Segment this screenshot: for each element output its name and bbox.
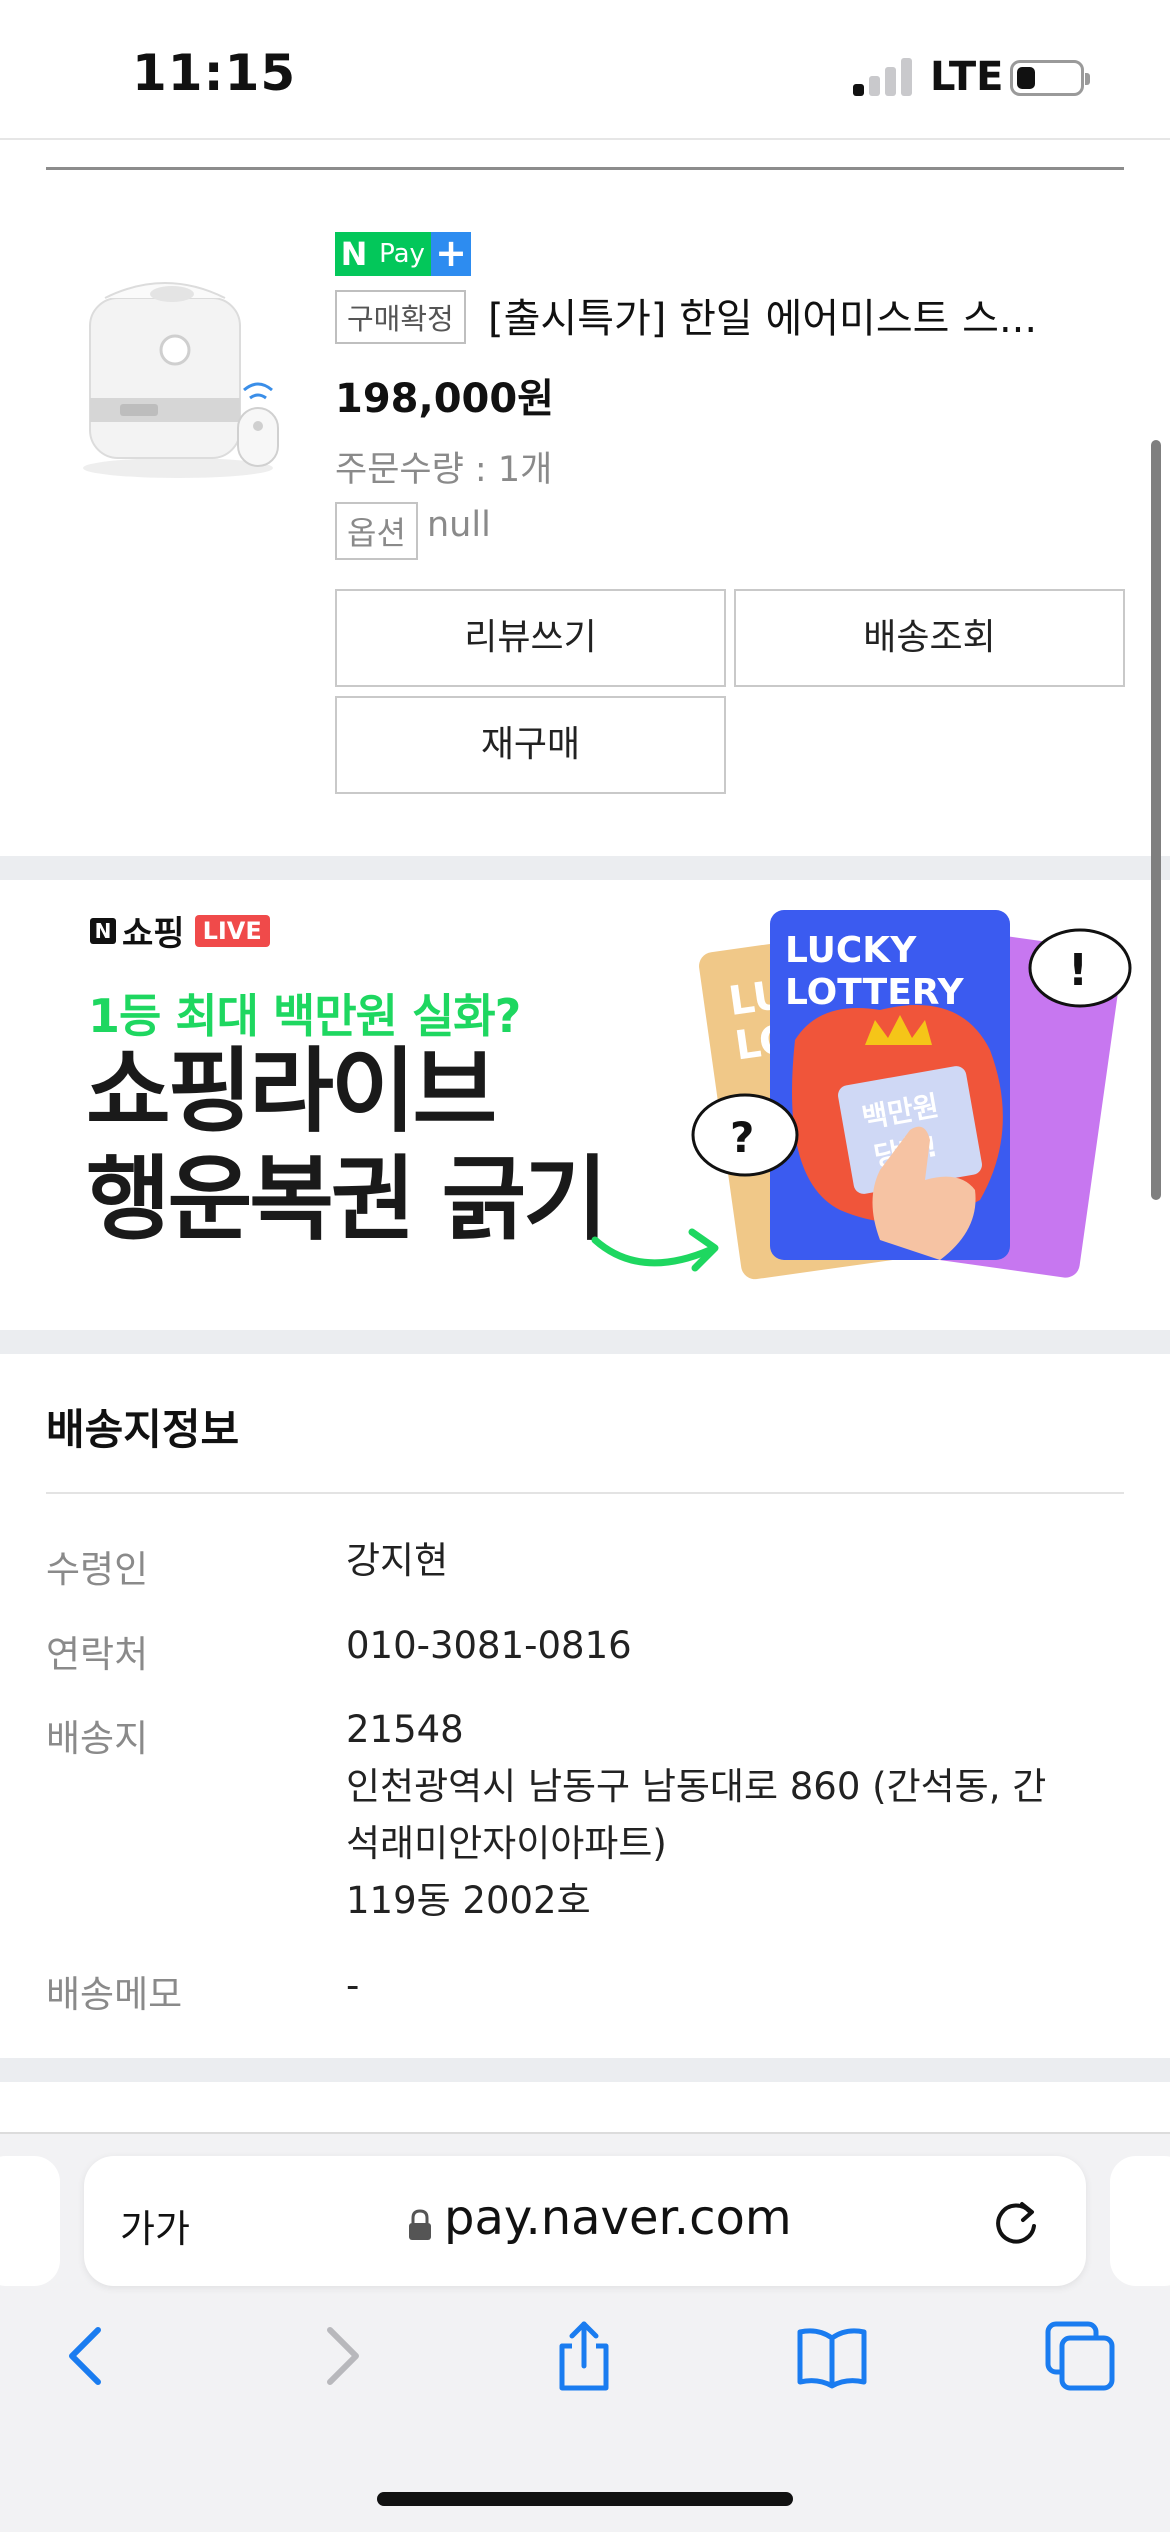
text-size-button[interactable]: 가가 (120, 2198, 190, 2253)
section-divider (46, 167, 1124, 170)
bookmarks-icon[interactable] (796, 2320, 868, 2392)
scroll-indicator[interactable] (1151, 440, 1161, 1200)
bubble-exclaim: ! (1068, 945, 1088, 996)
write-review-button[interactable]: 리뷰쓰기 (335, 589, 726, 687)
delivery-memo-value: - (346, 1957, 359, 2014)
tabs-icon[interactable] (1044, 2320, 1116, 2392)
address-line-3: 119동 2002호 (346, 1879, 591, 1922)
section-separator (0, 856, 1170, 880)
banner-title-line1: 쇼핑라이브 (86, 1038, 497, 1145)
option-label: 옵션 (335, 502, 418, 560)
npay-n-logo: N (335, 232, 373, 276)
shopping-live-banner[interactable]: N 쇼핑 LIVE 1등 최대 백만원 실화? 쇼핑라이브 행운복권 긁기 LU… (0, 880, 1170, 1330)
url-text[interactable]: pay.naver.com (444, 2190, 792, 2246)
address-line-1: 인천광역시 남동구 남동대로 860 (간석동, 간 (346, 1765, 1047, 1808)
track-delivery-button[interactable]: 배송조회 (734, 589, 1125, 687)
recipient-value: 강지현 (346, 1532, 448, 1589)
status-bar: 11:15 LTE (0, 0, 1170, 140)
option-value: null (427, 505, 491, 545)
card-lucky-text: LUCKY (785, 930, 917, 971)
product-price: 198,000원 (335, 376, 554, 422)
banner-title-line2: 행운복권 긁기 (86, 1146, 608, 1253)
logo-shopping-text: 쇼핑 (122, 914, 185, 954)
recipient-label: 수령인 (46, 1548, 149, 1591)
address-bar[interactable]: 가가 pay.naver.com (84, 2156, 1086, 2286)
previous-tab-peek[interactable] (0, 2156, 60, 2286)
bubble-question: ? (730, 1113, 754, 1162)
recipient-name: 강지현 (346, 1539, 449, 1582)
npay-plus-icon: + (431, 232, 471, 276)
section-separator (0, 1330, 1170, 1354)
network-type: LTE (930, 54, 1004, 100)
contact-value: 010-3081-0816 (346, 1617, 632, 1674)
address-label: 배송지 (46, 1717, 149, 1760)
banner-title: 쇼핑라이브 행운복권 긁기 (86, 1038, 608, 1254)
lock-icon (409, 2209, 431, 2240)
share-icon[interactable] (548, 2320, 620, 2392)
product-image[interactable] (60, 258, 310, 488)
forward-icon[interactable] (304, 2320, 376, 2392)
lottery-illustration: LU LO LUCKY LOTTERY 백만원 당첨! ! ? (591, 910, 1132, 1280)
shopping-live-logo: N 쇼핑 LIVE (90, 906, 270, 955)
status-time: 11:15 (132, 44, 297, 102)
address-value: 21548 인천광역시 남동구 남동대로 860 (간석동, 간 석래미안자이아… (346, 1701, 1046, 1929)
delivery-divider (46, 1492, 1124, 1494)
cellular-signal-icon (853, 56, 915, 96)
naver-n-icon: N (90, 917, 116, 944)
battery-icon (1010, 60, 1090, 96)
delivery-memo-label: 배송메모 (46, 1973, 183, 2016)
order-status-tag: 구매확정 (335, 290, 466, 344)
order-quantity: 주문수량 : 1개 (335, 450, 553, 490)
section-separator (0, 2058, 1170, 2082)
back-icon[interactable] (52, 2320, 124, 2392)
npay-plus-badge: N Pay + (335, 232, 471, 276)
address-zipcode: 21548 (346, 1708, 464, 1751)
address-line-2: 석래미안자이아파트) (346, 1822, 667, 1865)
product-name[interactable]: [출시특가] 한일 에어미스트 스... (488, 286, 1128, 344)
npay-pay-label: Pay (373, 232, 431, 276)
home-indicator[interactable] (377, 2492, 793, 2506)
delivery-memo-text: - (346, 1964, 360, 2007)
banner-subtitle: 1등 최대 백만원 실화? (88, 989, 521, 1043)
next-tab-peek[interactable] (1110, 2156, 1170, 2286)
logo-live-badge: LIVE (194, 914, 270, 947)
card-lottery-text: LOTTERY (785, 972, 965, 1013)
delivery-info-title: 배송지정보 (46, 1405, 240, 1454)
contact-label: 연락처 (46, 1633, 149, 1676)
contact-phone[interactable]: 010-3081-0816 (346, 1617, 632, 1674)
reload-icon[interactable] (990, 2196, 1042, 2248)
rebuy-button[interactable]: 재구매 (335, 696, 726, 794)
